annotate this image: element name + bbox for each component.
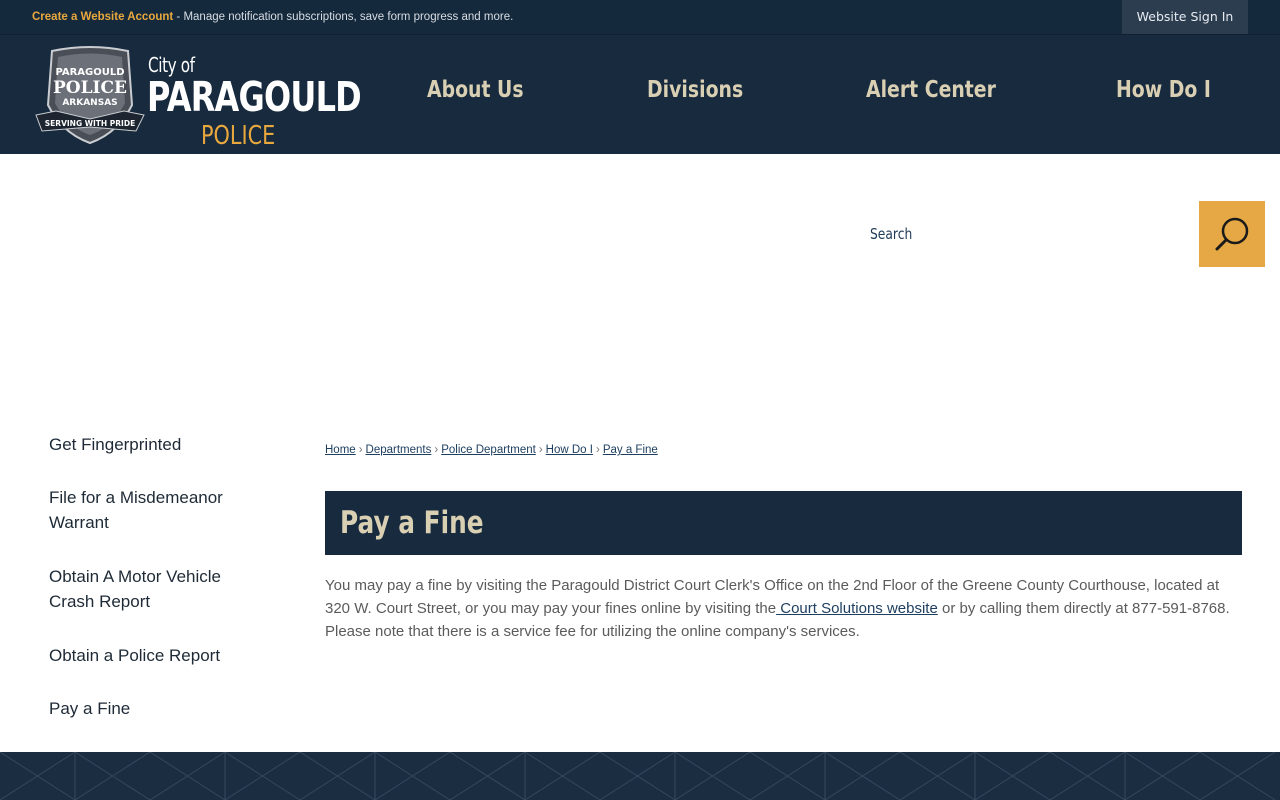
nav-how-do-i[interactable]: How Do I <box>1116 77 1211 103</box>
breadcrumb-separator: › <box>595 444 600 456</box>
nav-alert-center[interactable]: Alert Center <box>866 77 996 103</box>
logo-police: POLICE <box>201 121 276 151</box>
search-icon <box>1215 217 1249 251</box>
sidebar-item-police-report[interactable]: Obtain a Police Report <box>49 643 269 668</box>
footer-pattern-graphic <box>0 752 1276 800</box>
create-account-link[interactable]: Create a Website Account <box>32 11 173 23</box>
page-title-bar: Pay a Fine <box>325 491 1242 555</box>
account-message: Create a Website Account - Manage notifi… <box>32 11 513 23</box>
breadcrumb-separator: › <box>538 444 543 456</box>
sidebar-item-get-fingerprinted[interactable]: Get Fingerprinted <box>49 432 269 457</box>
nav-divisions[interactable]: Divisions <box>647 77 743 103</box>
breadcrumb-departments[interactable]: Departments <box>366 444 432 456</box>
search-input[interactable]: Search <box>870 225 912 243</box>
sidebar-item-misdemeanor-warrant[interactable]: File for a Misdemeanor Warrant <box>49 485 269 535</box>
account-message-text: - Manage notification subscriptions, sav… <box>173 11 514 23</box>
breadcrumb-home[interactable]: Home <box>325 444 356 456</box>
breadcrumb-how-do-i[interactable]: How Do I <box>546 444 593 456</box>
top-utility-bar: Create a Website Account - Manage notifi… <box>0 0 1280 35</box>
sidebar-item-pay-a-fine[interactable]: Pay a Fine <box>49 696 269 721</box>
svg-text:POLICE: POLICE <box>53 78 127 98</box>
court-solutions-link[interactable]: Court Solutions website <box>776 600 938 617</box>
footer-pattern <box>0 752 1280 800</box>
breadcrumb-pay-a-fine[interactable]: Pay a Fine <box>603 444 658 456</box>
page-content: You may pay a fine by visiting the Parag… <box>325 574 1242 643</box>
svg-text:ARKANSAS: ARKANSAS <box>62 98 117 108</box>
search-button[interactable] <box>1199 201 1265 267</box>
breadcrumb-separator: › <box>434 444 439 456</box>
breadcrumb-police-department[interactable]: Police Department <box>441 444 536 456</box>
sidebar-item-crash-report[interactable]: Obtain A Motor Vehicle Crash Report <box>49 564 269 614</box>
site-logo[interactable]: PARAGOULD POLICE ARKANSAS SERVING WITH P… <box>32 45 362 151</box>
nav-about-us[interactable]: About Us <box>427 77 524 103</box>
page-title: Pay a Fine <box>340 505 484 541</box>
site-header: PARAGOULD POLICE ARKANSAS SERVING WITH P… <box>0 35 1280 154</box>
logo-city-name: PARAGOULD <box>147 73 362 121</box>
breadcrumb: Home › Departments › Police Department › How D… <box>325 444 658 456</box>
website-sign-in-button[interactable]: Website Sign In <box>1122 0 1248 34</box>
breadcrumb-separator: › <box>358 444 363 456</box>
police-badge-icon: PARAGOULD POLICE ARKANSAS SERVING WITH P… <box>35 46 145 145</box>
svg-text:SERVING WITH PRIDE: SERVING WITH PRIDE <box>45 119 135 128</box>
svg-text:PARAGOULD: PARAGOULD <box>55 67 124 78</box>
